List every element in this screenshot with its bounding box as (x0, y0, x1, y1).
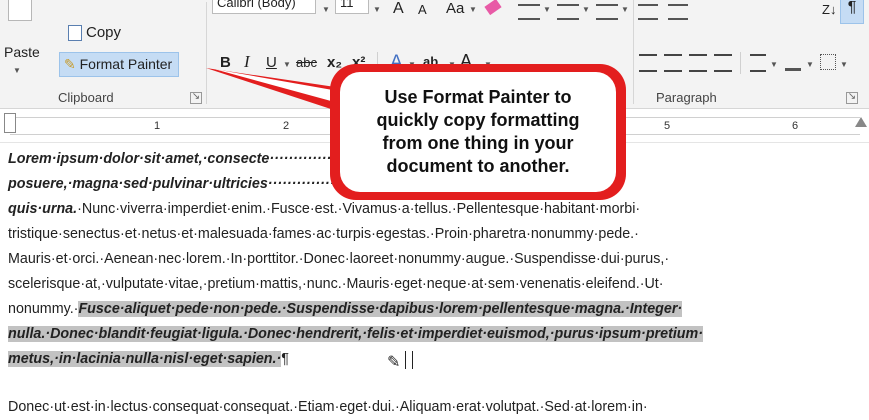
callout-line: document to another. (386, 156, 570, 176)
callout-line: quickly copy formatting (376, 110, 580, 130)
callout-line: Use Format Painter to (384, 87, 572, 107)
callout-line: from one thing in your (382, 133, 574, 153)
callout-box: Use Format Painter to quickly copy forma… (340, 72, 616, 192)
callout-pointer (206, 68, 344, 112)
